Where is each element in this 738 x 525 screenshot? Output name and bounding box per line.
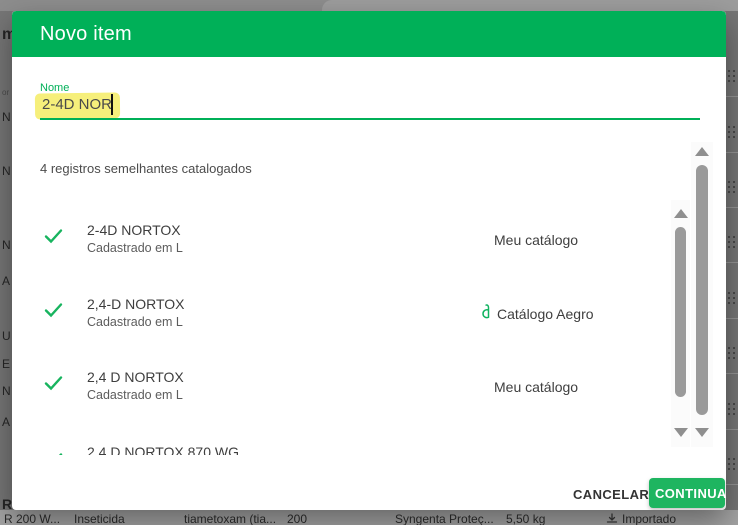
result-subtitle: Cadastrado em L	[87, 388, 183, 402]
check-icon	[44, 375, 63, 391]
backdrop-table-row: R 200 W... Inseticida tiametoxam (tia...…	[0, 510, 738, 525]
dialog-title: Novo item	[40, 23, 132, 46]
result-title: 2,4-D NORTOX	[87, 296, 185, 312]
check-icon	[44, 228, 63, 244]
list-scrollbar[interactable]	[671, 200, 690, 447]
bg-text-fragment: m	[2, 26, 12, 44]
text-cursor	[111, 94, 113, 115]
result-catalog: Catálogo Aegro	[497, 306, 594, 322]
import-icon	[606, 513, 618, 524]
bg-text-fragment: N	[2, 238, 11, 252]
result-title: 2,4 D NORTOX	[87, 369, 184, 385]
backdrop-left-strip: m or N N N A U E N A R...	[0, 11, 12, 525]
name-input[interactable]: 2-4D NOR	[42, 96, 112, 113]
drag-dots-icon	[728, 458, 736, 470]
result-subtitle: Cadastrado em L	[87, 315, 183, 329]
name-field-underline	[40, 118, 700, 120]
backdrop-right-strip	[726, 11, 738, 525]
new-item-dialog: Novo item Nome 2-4D NOR 4 registros seme…	[12, 11, 726, 510]
result-title: 2,4 D NORTOX 870 WG	[87, 444, 239, 455]
result-row[interactable]: 2-4D NORTOX Cadastrado em L Meu catálogo	[40, 217, 670, 265]
result-subtitle: Cadastrado em L	[87, 241, 183, 255]
result-title: 2-4D NORTOX	[87, 222, 181, 238]
result-catalog: Meu catálogo	[494, 379, 578, 395]
dialog-scrollbar[interactable]	[691, 142, 713, 447]
bg-text-fragment: N	[2, 164, 11, 178]
scrollbar-thumb[interactable]	[675, 227, 686, 397]
result-row[interactable]: 2,4 D NORTOX Cadastrado em L Meu catálog…	[40, 364, 670, 412]
bg-table-cell: R 200 W...	[4, 512, 60, 525]
drag-dots-icon	[728, 181, 736, 193]
drag-dots-icon	[728, 236, 736, 248]
bg-table-cell: Inseticida	[74, 512, 125, 525]
continue-button[interactable]: CONTINUAR	[649, 478, 725, 508]
bg-table-cell: Importado	[622, 512, 676, 525]
check-icon	[44, 452, 63, 455]
scroll-down-icon[interactable]	[695, 428, 709, 437]
bg-text-fragment: A	[2, 274, 10, 288]
drag-dots-icon	[728, 403, 736, 415]
drag-dots-icon	[728, 70, 736, 82]
bg-text-fragment: A	[2, 415, 10, 429]
bg-table-cell: 5,50 kg	[506, 512, 545, 525]
screen: m or N N N A U E N A R... R 200 W... Ins…	[0, 0, 738, 525]
scroll-up-icon[interactable]	[695, 147, 709, 156]
bg-table-cell: tiametoxam (tia...	[184, 512, 276, 525]
cancel-button[interactable]: CANCELAR	[565, 481, 657, 508]
bg-text-fragment: N	[2, 110, 11, 124]
scrollbar-thumb[interactable]	[696, 165, 708, 415]
bg-text-fragment: U	[2, 329, 11, 343]
result-row[interactable]: 2,4-D NORTOX Cadastrado em L Catálogo Ae…	[40, 291, 670, 339]
scroll-up-icon[interactable]	[674, 209, 688, 218]
drag-dots-icon	[728, 126, 736, 138]
bg-table-cell: Syngenta Proteç...	[395, 512, 494, 525]
result-catalog: Meu catálogo	[494, 232, 578, 248]
similar-records-summary: 4 registros semelhantes catalogados	[40, 161, 252, 176]
backdrop-page-tab	[322, 0, 738, 11]
bg-table-cell: 200	[287, 512, 307, 525]
bg-text-fragment: or	[2, 88, 9, 97]
scroll-down-icon[interactable]	[674, 428, 688, 437]
drag-dots-icon	[728, 347, 736, 359]
bg-text-fragment: E	[2, 357, 10, 371]
dialog-header: Novo item	[12, 11, 726, 57]
drag-dots-icon	[728, 292, 736, 304]
result-row-clipped[interactable]: 2,4 D NORTOX 870 WG	[40, 436, 670, 455]
aegro-logo-icon	[478, 303, 493, 321]
check-icon	[44, 302, 63, 318]
bg-text-fragment: N	[2, 384, 11, 398]
